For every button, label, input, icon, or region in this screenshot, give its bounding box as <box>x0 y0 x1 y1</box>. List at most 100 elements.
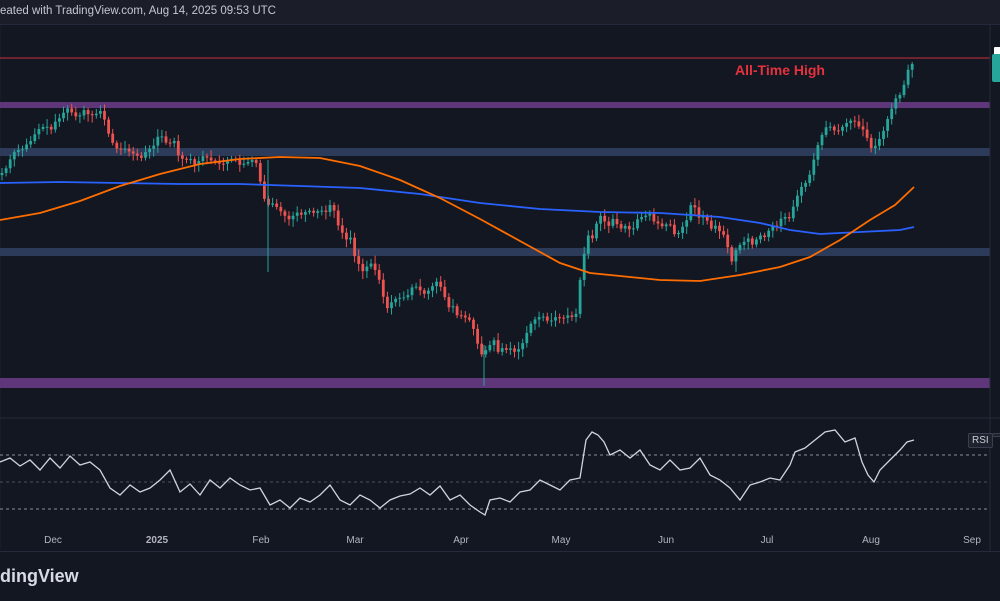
candle-body <box>66 108 69 113</box>
candle-body <box>906 69 910 85</box>
candle-body <box>882 130 885 139</box>
candle-body <box>492 340 496 346</box>
candle-body <box>742 241 746 245</box>
candle-body <box>402 297 406 299</box>
candle-body <box>718 225 721 232</box>
candle-body <box>90 114 94 116</box>
candle-body <box>152 145 156 149</box>
candle-body <box>537 317 541 320</box>
candle-body <box>664 224 668 227</box>
candle-body <box>164 136 168 143</box>
candle-body <box>193 159 197 165</box>
candle-body <box>574 313 578 317</box>
x-tick-label: Mar <box>346 535 364 546</box>
candle-body <box>582 253 586 280</box>
candle-body <box>131 151 135 154</box>
candle-body <box>468 317 471 320</box>
candle-body <box>17 150 20 153</box>
candle-body <box>673 224 676 235</box>
candle-body <box>381 279 385 297</box>
candle-body <box>837 130 840 132</box>
candle-body <box>554 317 557 321</box>
candle-body <box>275 203 279 207</box>
candle-body <box>78 115 82 117</box>
candle-body <box>62 112 65 119</box>
candle-body <box>455 306 459 316</box>
candle-body <box>123 148 127 150</box>
candle-body <box>144 152 147 158</box>
candle-body <box>783 217 787 219</box>
candle-body <box>287 215 291 220</box>
candle-body <box>140 155 143 158</box>
candle-body <box>607 221 611 226</box>
candle-body <box>308 210 311 213</box>
candle-body <box>422 290 426 294</box>
candle-body <box>49 126 53 130</box>
candle-body <box>209 157 213 161</box>
candle-body <box>172 140 176 144</box>
candle-body <box>160 136 164 138</box>
candle-body <box>550 320 553 322</box>
candle-body <box>394 298 397 303</box>
candle-body <box>74 112 78 117</box>
candle-body <box>791 206 795 219</box>
candle-body <box>832 126 836 131</box>
candle-body <box>566 315 570 318</box>
candle-body <box>328 205 332 212</box>
candle-body <box>476 328 479 344</box>
candle-body <box>336 210 340 226</box>
candle-body <box>111 133 115 143</box>
candle-body <box>340 225 344 233</box>
candle-body <box>562 317 566 319</box>
candle-body <box>509 348 512 350</box>
candle-body <box>443 286 447 298</box>
candle-body <box>488 345 492 351</box>
candle-body <box>185 158 188 160</box>
candle-body <box>517 349 520 352</box>
candle-body <box>849 120 853 124</box>
candle-body <box>312 210 315 213</box>
candle-body <box>4 168 8 173</box>
zone-resistance-upper <box>0 102 990 108</box>
candle-body <box>459 315 463 317</box>
candle-body <box>533 319 537 324</box>
candle-body <box>623 225 627 229</box>
candle-body <box>845 123 848 127</box>
candle-body <box>345 232 348 240</box>
candle-body <box>414 286 418 288</box>
candle-body <box>767 230 771 238</box>
candle-body <box>431 286 434 291</box>
candle-body <box>242 163 246 165</box>
candle-body <box>578 279 582 314</box>
rsi-line <box>0 429 915 516</box>
footer: dingView <box>0 551 1000 601</box>
candle-body <box>820 134 824 146</box>
candle-body <box>8 159 12 169</box>
candle-body <box>541 316 545 318</box>
candle-body <box>463 315 467 318</box>
candle-body <box>316 211 320 213</box>
candle-body <box>357 256 361 264</box>
candle-body <box>349 237 352 240</box>
candle-body <box>652 213 656 222</box>
candle-body <box>504 348 508 350</box>
candle-body <box>304 212 307 215</box>
candle-body <box>37 129 41 135</box>
candle-body <box>156 136 160 146</box>
candle-body <box>82 110 86 116</box>
ema-200-line <box>0 181 915 235</box>
candle-body <box>291 215 295 220</box>
candle-body <box>804 182 807 187</box>
candle-body <box>33 134 37 142</box>
candle-body <box>365 266 369 272</box>
candle-body <box>53 121 57 130</box>
candle-body <box>910 64 914 70</box>
candle-body <box>201 156 205 162</box>
candle-body <box>332 205 336 211</box>
x-tick-label: Sep <box>963 535 981 546</box>
candle-body <box>369 263 373 267</box>
candle-body <box>480 343 484 355</box>
candle-body <box>824 127 828 135</box>
rsi-legend-tag[interactable]: RSI <box>968 433 993 448</box>
chart-canvas[interactable]: Dec 2025 Feb Mar Apr May Jun Jul Aug Sep <box>0 0 1000 551</box>
